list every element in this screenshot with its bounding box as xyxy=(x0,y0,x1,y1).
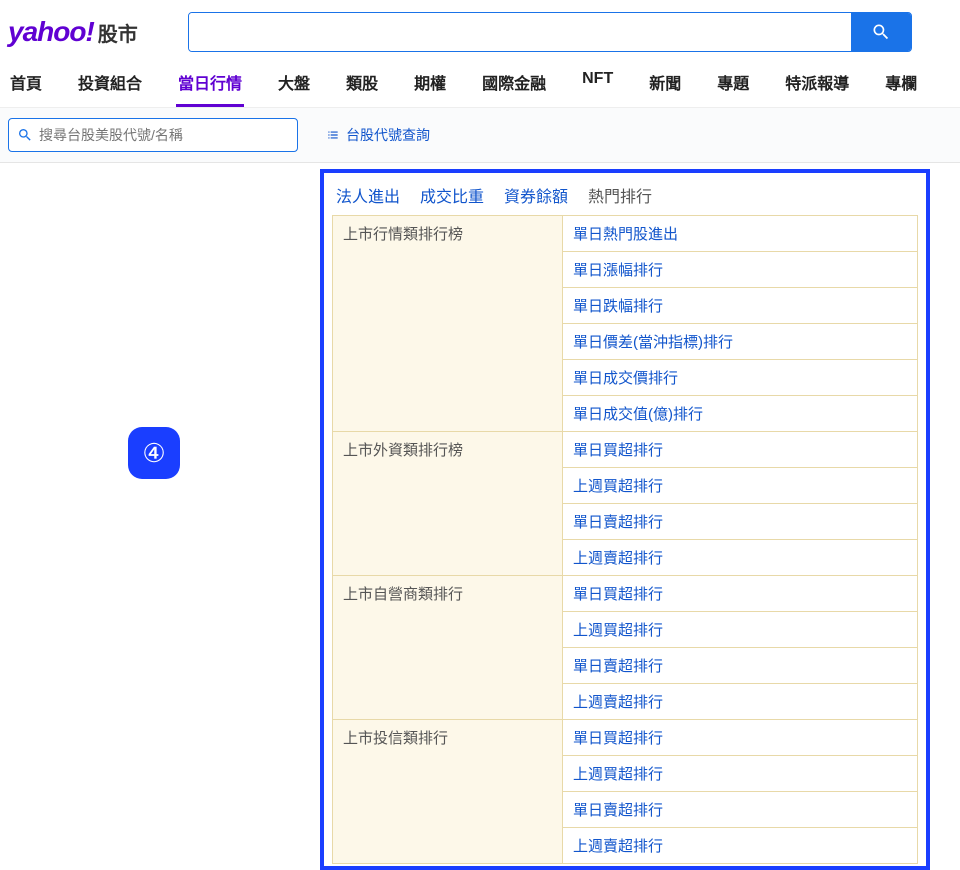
ranking-link[interactable]: 上週賣超排行 xyxy=(573,694,663,711)
ranking-link[interactable]: 上週賣超排行 xyxy=(573,550,663,567)
main-search-input[interactable] xyxy=(189,13,851,51)
stock-search-input[interactable] xyxy=(39,127,289,143)
list-icon xyxy=(326,128,340,142)
ranking-link[interactable]: 單日成交價排行 xyxy=(573,370,678,387)
panel-tab[interactable]: 成交比重 xyxy=(420,183,484,207)
nav-item[interactable]: 期權 xyxy=(412,64,448,107)
ranking-link[interactable]: 單日熱門股進出 xyxy=(573,226,678,243)
search-icon xyxy=(871,22,891,42)
panel-tabs: 法人進出成交比重資券餘額熱門排行 xyxy=(324,179,926,215)
stock-search xyxy=(8,118,298,152)
ranking-panel: 法人進出成交比重資券餘額熱門排行 上市行情類排行榜單日熱門股進出單日漲幅排行單日… xyxy=(320,169,930,870)
nav-item[interactable]: 專欄 xyxy=(883,64,919,107)
ranking-link[interactable]: 上週賣超排行 xyxy=(573,838,663,855)
ranking-link[interactable]: 單日漲幅排行 xyxy=(573,262,663,279)
ranking-group-header: 上市自營商類排行 xyxy=(333,576,563,720)
ranking-link[interactable]: 單日買超排行 xyxy=(573,586,663,603)
ranking-link[interactable]: 上週買超排行 xyxy=(573,478,663,495)
ranking-table: 上市行情類排行榜單日熱門股進出單日漲幅排行單日跌幅排行單日價差(當沖指標)排行單… xyxy=(332,215,918,864)
main-search xyxy=(188,12,912,52)
logo-sub: 股市 xyxy=(98,18,138,47)
ranking-link[interactable]: 上週買超排行 xyxy=(573,766,663,783)
panel-tab: 熱門排行 xyxy=(588,183,652,207)
nav-item[interactable]: NFT xyxy=(580,64,615,107)
panel-tab[interactable]: 資券餘額 xyxy=(504,183,568,207)
nav-item[interactable]: 類股 xyxy=(344,64,380,107)
ranking-link[interactable]: 單日賣超排行 xyxy=(573,514,663,531)
logo[interactable]: yahoo! 股市 xyxy=(8,16,138,48)
ranking-link[interactable]: 上週買超排行 xyxy=(573,622,663,639)
ranking-group-header: 上市外資類排行榜 xyxy=(333,432,563,576)
code-lookup-link[interactable]: 台股代號查詢 xyxy=(326,125,430,145)
nav-item[interactable]: 專題 xyxy=(715,64,751,107)
nav-item[interactable]: 大盤 xyxy=(276,64,312,107)
ranking-link[interactable]: 單日買超排行 xyxy=(573,442,663,459)
main-search-button[interactable] xyxy=(851,13,911,51)
nav-item[interactable]: 投資組合 xyxy=(76,64,144,107)
search-icon xyxy=(17,127,33,143)
nav-item[interactable]: 首頁 xyxy=(8,64,44,107)
ranking-link[interactable]: 單日買超排行 xyxy=(573,730,663,747)
nav-item[interactable]: 新聞 xyxy=(647,64,683,107)
ranking-link[interactable]: 單日跌幅排行 xyxy=(573,298,663,315)
ranking-link[interactable]: 單日成交值(億)排行 xyxy=(573,406,703,423)
ranking-link[interactable]: 單日賣超排行 xyxy=(573,802,663,819)
ranking-link[interactable]: 單日賣超排行 xyxy=(573,658,663,675)
step-badge-4: ④ xyxy=(128,427,180,479)
ranking-group-header: 上市行情類排行榜 xyxy=(333,216,563,432)
ranking-group-header: 上市投信類排行 xyxy=(333,720,563,864)
ranking-link[interactable]: 單日價差(當沖指標)排行 xyxy=(573,334,733,351)
logo-main: yahoo! xyxy=(8,16,94,48)
nav-item[interactable]: 當日行情 xyxy=(176,64,244,107)
nav-item[interactable]: 國際金融 xyxy=(480,64,548,107)
panel-tab[interactable]: 法人進出 xyxy=(336,183,400,207)
code-lookup-label: 台股代號查詢 xyxy=(346,125,430,145)
main-nav: 首頁投資組合當日行情大盤類股期權國際金融 NFT 新聞專題特派報導專欄 xyxy=(0,60,960,108)
nav-item[interactable]: 特派報導 xyxy=(783,64,851,107)
